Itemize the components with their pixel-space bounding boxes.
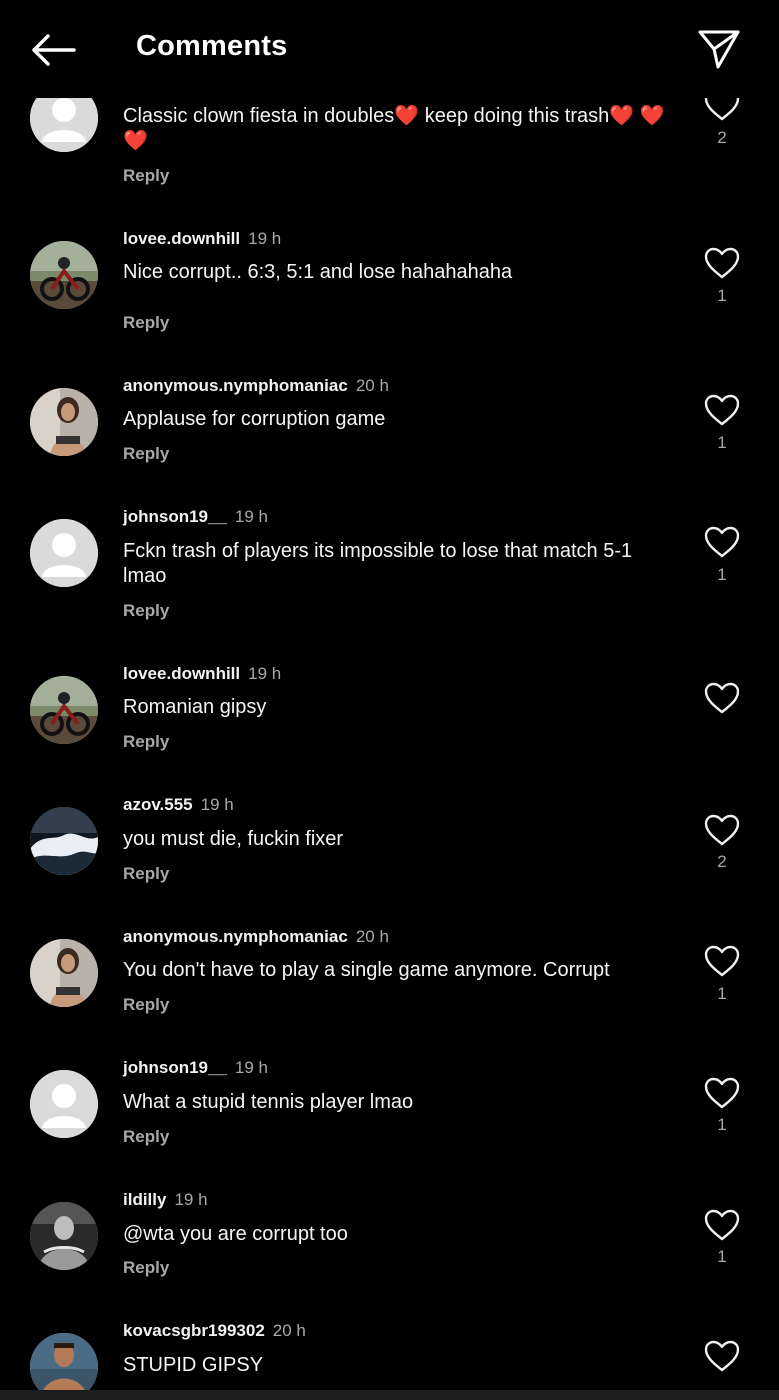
avatar[interactable] <box>30 939 98 1007</box>
timestamp: 19 h <box>200 795 234 814</box>
heart-icon[interactable] <box>703 246 741 280</box>
avatar[interactable] <box>30 519 98 587</box>
reply-button[interactable]: Reply <box>123 313 169 333</box>
like-count: 1 <box>717 286 727 305</box>
comment-meta: azov.555 19 h <box>123 795 234 815</box>
comment-meta: ildilly 19 h <box>123 1190 208 1210</box>
heart-icon[interactable] <box>703 813 741 847</box>
username[interactable]: anonymous.nymphomaniac <box>123 376 348 395</box>
reply-button[interactable]: Reply <box>123 444 169 464</box>
comment-text: What a stupid tennis player lmao <box>123 1091 414 1113</box>
timestamp: 19 h <box>234 507 269 526</box>
comment-meta: lovee.downhill 19 h <box>123 229 281 249</box>
username[interactable]: johnson19__ <box>123 507 227 526</box>
username[interactable]: lovee.downhill <box>123 664 240 683</box>
like-count: 1 <box>717 984 727 1003</box>
like-count: 1 <box>717 1247 727 1266</box>
avatar[interactable] <box>30 388 98 456</box>
comment-meta: anonymous.nymphomaniac 20 h <box>123 927 389 947</box>
heart-icon[interactable] <box>703 1339 741 1373</box>
avatar[interactable] <box>30 1333 98 1390</box>
timestamp: 19 h <box>248 664 282 683</box>
timestamp: 20 h <box>272 1321 306 1340</box>
like-count: 2 <box>717 852 727 871</box>
like-count: 1 <box>717 565 727 584</box>
comment-meta: kovacsgbr199302 20 h <box>123 1321 306 1341</box>
comment-text: Nice corrupt.. 6:3, 5:1 and lose hahahah… <box>123 261 513 283</box>
comment-text: you must die, fuckin fixer <box>123 828 344 850</box>
comment-text: You don't have to play a single game any… <box>123 959 610 981</box>
username[interactable]: lovee.downhill <box>123 229 240 248</box>
timestamp: 19 h <box>174 1190 208 1209</box>
username[interactable]: johnson19__ <box>123 1058 227 1077</box>
reply-button[interactable]: Reply <box>123 1258 169 1278</box>
reply-button[interactable]: Reply <box>123 166 169 186</box>
avatar[interactable] <box>30 241 98 309</box>
reply-button[interactable]: Reply <box>123 1127 169 1147</box>
avatar[interactable] <box>30 807 98 875</box>
comments-list[interactable]: Classic clown fiesta in doubles❤️ keep d… <box>0 0 779 1390</box>
avatar[interactable] <box>30 1202 98 1270</box>
timestamp: 19 h <box>234 1058 269 1077</box>
username[interactable]: ildilly <box>123 1190 166 1209</box>
comment-meta: johnson19__ 19 h <box>123 507 268 527</box>
share-button[interactable] <box>695 26 743 72</box>
bottom-bar <box>0 1390 779 1400</box>
reply-button[interactable]: Reply <box>123 864 169 884</box>
back-arrow-icon <box>32 34 76 66</box>
comment-text: Romanian gipsy <box>123 696 267 718</box>
username[interactable]: anonymous.nymphomaniac <box>123 927 348 946</box>
heart-icon[interactable] <box>703 525 741 559</box>
comment-text: Classic clown fiesta in doubles❤️ keep d… <box>123 105 665 152</box>
comment-text: @wta you are corrupt too <box>123 1223 348 1245</box>
timestamp: 20 h <box>355 927 389 946</box>
timestamp: 20 h <box>355 376 389 395</box>
top-bar: Comments <box>0 0 779 98</box>
comment-meta: johnson19__ 19 h <box>123 1058 268 1078</box>
heart-icon[interactable] <box>703 944 741 978</box>
heart-icon[interactable] <box>703 393 741 427</box>
send-icon <box>698 30 740 69</box>
like-count: 1 <box>717 433 727 452</box>
avatar[interactable] <box>30 1070 98 1138</box>
comment-text: Fckn trash of players its impossible to … <box>123 540 633 587</box>
reply-button[interactable]: Reply <box>123 601 169 621</box>
avatar[interactable] <box>30 676 98 744</box>
heart-icon[interactable] <box>703 681 741 715</box>
like-count: 1 <box>717 1115 727 1134</box>
like-count: 2 <box>717 128 727 147</box>
username[interactable]: azov.555 <box>123 795 193 814</box>
heart-icon[interactable] <box>703 1208 741 1242</box>
username[interactable]: kovacsgbr199302 <box>123 1321 265 1340</box>
back-button[interactable] <box>28 28 78 72</box>
page-title: Comments <box>136 30 288 62</box>
comment-text: STUPID GIPSY <box>123 1354 264 1376</box>
reply-button[interactable]: Reply <box>123 732 169 752</box>
timestamp: 19 h <box>248 229 282 248</box>
comment-text: Applause for corruption game <box>123 408 386 430</box>
comment-meta: anonymous.nymphomaniac 20 h <box>123 376 389 396</box>
heart-icon[interactable] <box>703 1076 741 1110</box>
reply-button[interactable]: Reply <box>123 995 169 1015</box>
comment-meta: lovee.downhill 19 h <box>123 664 281 684</box>
